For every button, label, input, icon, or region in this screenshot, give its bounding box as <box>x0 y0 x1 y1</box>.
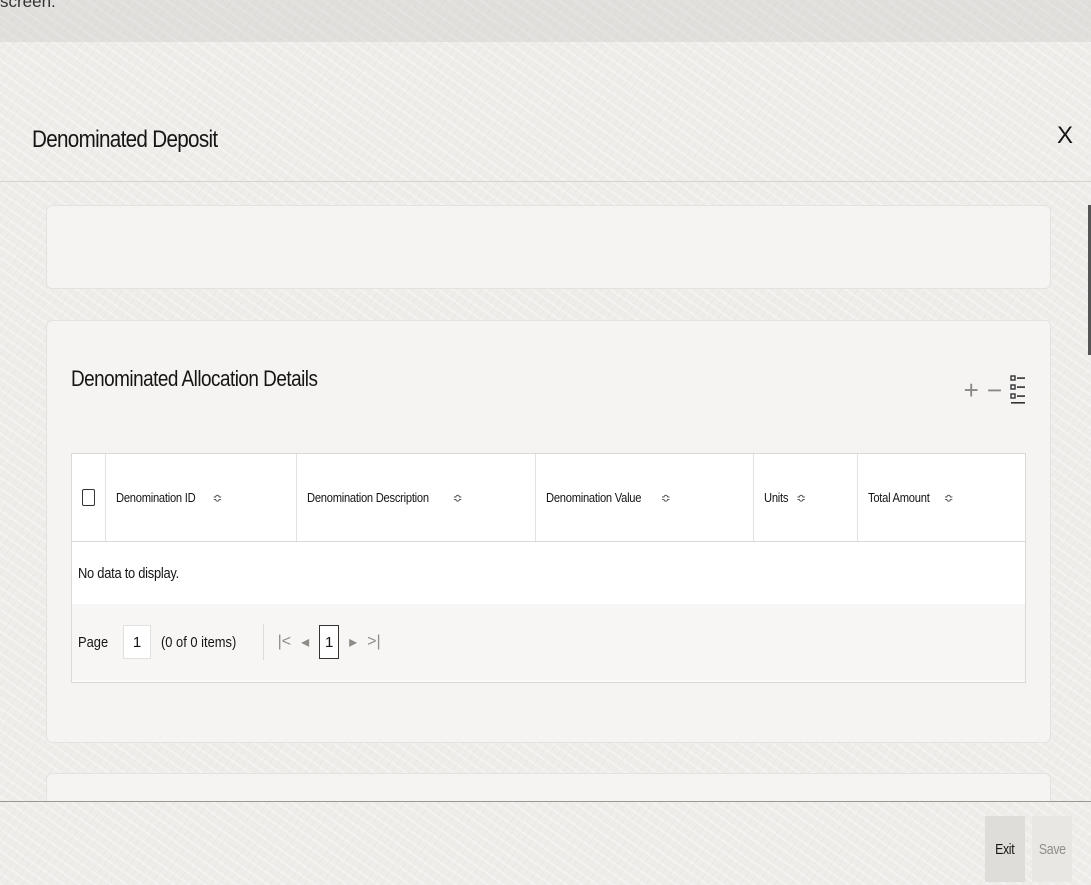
pager-divider <box>262 624 264 660</box>
section-title: Denominated Allocation Details <box>71 366 318 391</box>
sort-icon[interactable]: ≎ <box>944 491 954 505</box>
column-label: Denomination Description <box>307 490 429 505</box>
items-count: (0 of 0 items) <box>161 633 237 651</box>
select-all-cell <box>72 454 106 541</box>
pagination-bar: Page 1 (0 of 0 items) |< ◂ 1 ▸ >| <box>72 604 1025 680</box>
top-panel <box>46 205 1051 289</box>
column-units[interactable]: Units ≎ <box>754 454 858 541</box>
window-header: Denominated Deposit X <box>0 110 1091 182</box>
add-row-button[interactable]: + <box>964 377 979 403</box>
column-label: Total Amount <box>868 490 930 505</box>
column-label: Denomination Value <box>546 490 642 505</box>
sort-icon[interactable]: ≎ <box>212 491 222 505</box>
next-page-icon[interactable]: ▸ <box>349 632 357 652</box>
remove-row-button[interactable]: − <box>987 377 1002 403</box>
column-denomination-id[interactable]: Denomination ID ≎ <box>106 454 297 541</box>
top-texture-band <box>0 0 1091 42</box>
first-page-icon[interactable]: |< <box>278 633 292 651</box>
page-title: Denominated Deposit <box>32 126 218 153</box>
sort-icon[interactable]: ≎ <box>453 491 463 505</box>
empty-message-row: No data to display. <box>72 542 1025 604</box>
grid-toolbar: + − <box>964 373 1026 407</box>
column-denomination-value[interactable]: Denomination Value ≎ <box>536 454 754 541</box>
column-denomination-description[interactable]: Denomination Description ≎ <box>297 454 536 541</box>
column-label: Denomination ID <box>116 490 196 505</box>
bottom-panel <box>46 773 1051 801</box>
allocation-grid: Denomination ID ≎ Denomination Descripti… <box>71 453 1026 683</box>
column-label: Units <box>764 490 789 505</box>
single-record-view-icon[interactable] <box>1010 373 1026 407</box>
page-number-input[interactable]: 1 <box>123 625 152 659</box>
caption-text: screen. <box>0 0 56 11</box>
select-all-checkbox[interactable] <box>82 489 95 506</box>
last-page-icon[interactable]: >| <box>367 633 381 651</box>
sort-icon[interactable]: ≎ <box>796 491 806 505</box>
footer-divider <box>0 801 1091 802</box>
empty-message: No data to display. <box>78 564 179 582</box>
exit-button[interactable]: Exit <box>985 816 1025 882</box>
allocation-panel: Denominated Allocation Details + − Denom… <box>46 320 1051 743</box>
exit-button-label: Exit <box>995 840 1015 858</box>
column-total-amount[interactable]: Total Amount ≎ <box>858 454 1025 541</box>
save-button-label: Save <box>1038 840 1066 858</box>
sort-icon[interactable]: ≎ <box>661 491 671 505</box>
grid-header-row: Denomination ID ≎ Denomination Descripti… <box>72 454 1025 542</box>
save-button[interactable]: Save <box>1032 816 1072 882</box>
close-button[interactable]: X <box>1057 124 1073 148</box>
previous-page-icon[interactable]: ◂ <box>301 632 309 652</box>
page-label: Page <box>78 633 109 651</box>
current-page-button[interactable]: 1 <box>319 625 340 659</box>
